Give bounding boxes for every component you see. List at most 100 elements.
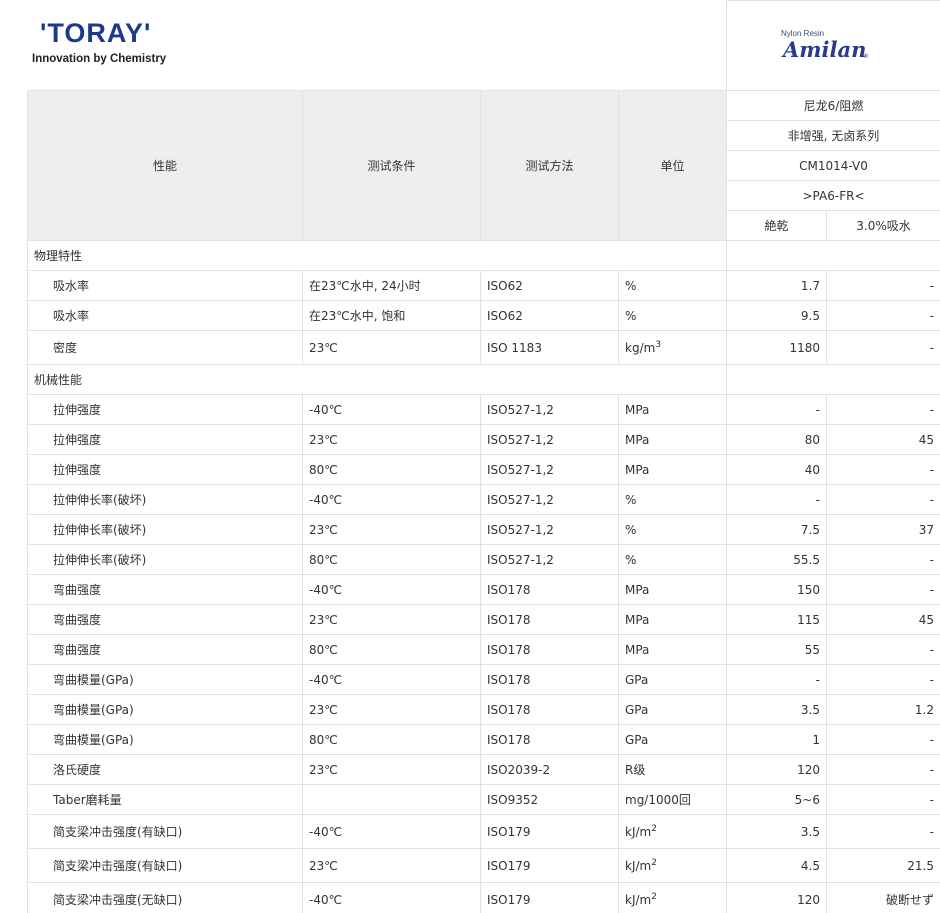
- unit-cell-text: MPa: [625, 462, 650, 477]
- wet-value-cell: -: [826, 574, 940, 605]
- wet-value-cell: 21.5: [826, 848, 940, 883]
- property-cell-text: 密度: [53, 341, 78, 355]
- table-row: 弯曲强度 23℃ ISO178 MPa 115 45: [27, 604, 940, 635]
- method-cell: ISO527-1,2: [480, 424, 619, 455]
- table-row: 吸水率 在23℃水中, 饱和 ISO62% 9.5 -: [27, 300, 940, 331]
- header-property: 性能: [27, 90, 303, 241]
- unit-cell: kJ/m2: [618, 882, 727, 913]
- unit-cell: %: [618, 544, 727, 575]
- section-header-row: 机械性能: [27, 364, 940, 395]
- table-row: 拉伸强度 23℃ ISO527-1,2 MPa 80 45: [27, 424, 940, 455]
- dry-value-cell: 4.5: [726, 848, 827, 883]
- method-cell: ISO179: [480, 882, 619, 913]
- toray-tagline: Innovation by Chemistry: [32, 53, 167, 65]
- method-cell: ISO62: [480, 270, 619, 301]
- property-cell: 简支梁冲击强度(有缺口): [27, 848, 303, 883]
- property-cell: 密度: [27, 330, 303, 365]
- spec-table: 性能 测试条件 测试方法 单位 尼龙6/阻燃 非增强, 无卤系列 CM1014-…: [27, 90, 940, 913]
- method-cell: ISO 1183: [480, 330, 619, 365]
- wet-value-cell-text: -: [929, 824, 934, 839]
- condition-cell-text: 23℃: [309, 858, 338, 873]
- wet-value-cell-text: -: [929, 732, 934, 747]
- table-row: 简支梁冲击强度(无缺口) -40℃ ISO179 kJ/m2 120 破断せず: [27, 882, 940, 913]
- method-cell: ISO178: [480, 724, 619, 755]
- condition-cell-text: 80℃: [309, 462, 338, 477]
- method-cell: ISO178: [480, 634, 619, 665]
- condition-cell-text: 在23℃水中, 24小时: [309, 279, 421, 293]
- dry-value-cell-text: 55.5: [793, 552, 820, 567]
- wet-value-cell: -: [826, 484, 940, 515]
- unit-cell: R级: [618, 754, 727, 785]
- method-cell: ISO527-1,2: [480, 544, 619, 575]
- property-cell-text: 吸水率: [53, 279, 90, 293]
- dry-value-cell-text: 115: [797, 612, 820, 627]
- condition-cell: 80℃: [302, 544, 481, 575]
- property-cell-text: 拉伸伸长率(破坏): [53, 523, 147, 537]
- method-cell-text: ISO178: [487, 642, 531, 657]
- condition-cell: -40℃: [302, 814, 481, 849]
- method-cell-text: ISO178: [487, 612, 531, 627]
- wet-value-cell: -: [826, 394, 940, 425]
- wet-value-cell: 破断せず: [826, 882, 940, 913]
- dry-value-cell: 9.5: [726, 300, 827, 331]
- method-cell-text: ISO9352: [487, 792, 539, 807]
- method-cell-text: ISO2039-2: [487, 762, 551, 777]
- unit-cell-text: %: [625, 552, 637, 567]
- condition-dry: 絶乾: [726, 210, 827, 241]
- unit-cell-text: kJ/m: [625, 825, 652, 839]
- unit-cell-text: %: [625, 278, 637, 293]
- property-cell: 弯曲模量(GPa): [27, 694, 303, 725]
- unit-cell-text: MPa: [625, 582, 650, 597]
- condition-cell: 80℃: [302, 454, 481, 485]
- dry-value-cell: 1: [726, 724, 827, 755]
- wet-value-cell-text: -: [929, 308, 934, 323]
- unit-cell: MPa: [618, 574, 727, 605]
- property-cell-text: 洛氏硬度: [53, 763, 102, 777]
- dry-value-cell-text: -: [815, 492, 820, 507]
- wet-value-cell: -: [826, 454, 940, 485]
- unit-exponent: 2: [651, 858, 657, 868]
- unit-cell: GPa: [618, 664, 727, 695]
- wet-value-cell: 45: [826, 424, 940, 455]
- condition-cell: 23℃: [302, 694, 481, 725]
- unit-cell: kg/m3: [618, 330, 727, 365]
- method-cell-text: ISO178: [487, 582, 531, 597]
- dry-value-cell-text: 40: [804, 462, 820, 477]
- dry-value-cell: 55.5: [726, 544, 827, 575]
- method-cell: ISO527-1,2: [480, 514, 619, 545]
- condition-cell: [302, 784, 481, 815]
- condition-cell-text: -40℃: [309, 672, 343, 687]
- wet-value-cell: -: [826, 754, 940, 785]
- section-header-row: 物理特性: [27, 240, 940, 271]
- wet-value-cell-text: -: [929, 642, 934, 657]
- table-row: 简支梁冲击强度(有缺口) -40℃ ISO179 kJ/m2 3.5 -: [27, 814, 940, 849]
- method-cell: ISO527-1,2: [480, 484, 619, 515]
- condition-cell: 23℃: [302, 330, 481, 365]
- dry-value-cell-text: 150: [797, 582, 820, 597]
- wet-value-cell-text: 破断せず: [885, 893, 934, 907]
- unit-cell: MPa: [618, 424, 727, 455]
- wet-value-cell-text: -: [929, 492, 934, 507]
- wet-value-cell-text: -: [929, 340, 934, 355]
- dry-value-cell: 1180: [726, 330, 827, 365]
- method-cell: ISO178: [480, 694, 619, 725]
- product-brand-cell: Nylon Resin Amilan ®: [726, 0, 940, 90]
- header-unit: 单位: [618, 90, 727, 241]
- wet-value-cell: -: [826, 300, 940, 331]
- method-cell-text: ISO 1183: [487, 340, 542, 355]
- property-cell: 弯曲强度: [27, 604, 303, 635]
- condition-cell: -40℃: [302, 394, 481, 425]
- method-cell: ISO178: [480, 574, 619, 605]
- table-row: 洛氏硬度 23℃ ISO2039-2 R级 120 -: [27, 754, 940, 785]
- table-row: Taber磨耗量 ISO9352 mg/1000回 5~6 -: [27, 784, 940, 815]
- header-condition: 测试条件: [302, 90, 481, 241]
- condition-cell-text: 23℃: [309, 432, 338, 447]
- wet-value-cell-text: -: [929, 552, 934, 567]
- wet-value-cell-text: 21.5: [907, 858, 934, 873]
- dry-value-cell-text: 55: [804, 642, 820, 657]
- unit-cell-text: GPa: [625, 702, 649, 717]
- dry-value-cell-text: 5~6: [794, 792, 820, 807]
- method-cell-text: ISO178: [487, 702, 531, 717]
- table-row: 弯曲模量(GPa) -40℃ ISO178 GPa - -: [27, 664, 940, 695]
- method-cell-text: ISO527-1,2: [487, 492, 554, 507]
